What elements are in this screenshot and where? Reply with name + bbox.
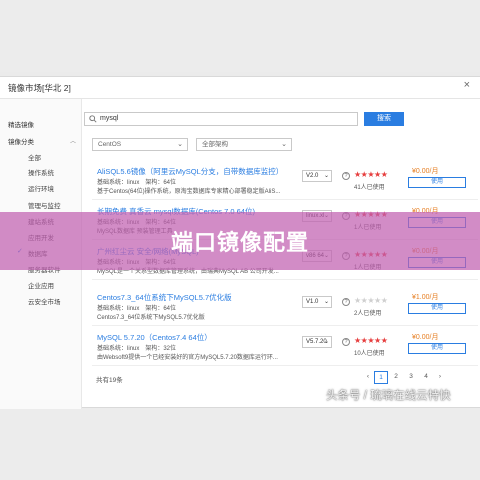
image-title-link[interactable]: Centos7.3_64位系统下MySQL5.7优化版 <box>97 292 232 303</box>
use-button[interactable]: 使用 <box>408 343 466 354</box>
image-description: Centos7.3_64位系统下MySQL5.7优化版 <box>97 315 205 321</box>
chevron-down-icon: ⌄ <box>177 141 183 148</box>
dialog-header: 镜像市场[华北 2] × <box>0 77 480 99</box>
version-select[interactable]: V5.7.20 ⌄ <box>302 336 332 348</box>
usage-count: 10人已使用 <box>354 351 385 357</box>
os-filter-value: CentOS <box>98 141 122 148</box>
image-meta: 基础系统：linux 架构：32位 <box>97 346 177 352</box>
image-title-link[interactable]: AliSQL5.6镜像（阿里云MySQL分支，自带数据库监控） <box>97 166 283 177</box>
sidebar-item[interactable]: 精选镜像 <box>8 119 34 129</box>
sidebar-item[interactable]: 操作系统 <box>28 167 54 177</box>
blurred-top-background <box>0 0 480 72</box>
dialog-title: 镜像市场[华北 2] <box>8 83 71 93</box>
sidebar-item[interactable]: 全部 <box>28 152 41 162</box>
image-description: 基于Centos(64位)操作系统，原淘宝数据库专家精心部署稳定版AliS... <box>97 189 281 195</box>
image-list-item: Centos7.3_64位系统下MySQL5.7优化版 基础系统：linux 架构… <box>92 286 478 326</box>
usage-count: 41人已使用 <box>354 185 385 191</box>
help-icon[interactable]: ? <box>342 338 350 346</box>
os-filter-select[interactable]: CentOS ⌄ <box>92 138 188 151</box>
total-count: 共有19条 <box>96 377 123 384</box>
chevron-down-icon: ⌄ <box>323 339 329 345</box>
version-value: V2.0 <box>306 173 319 179</box>
page-button[interactable]: 4 <box>420 371 432 384</box>
page-button[interactable]: 2 <box>390 371 402 384</box>
version-select[interactable]: V2.0 ⌄ <box>302 170 332 182</box>
search-value: mysql <box>100 115 119 122</box>
use-button[interactable]: 使用 <box>408 303 466 314</box>
sidebar-item[interactable]: 镜像分类 <box>8 136 34 146</box>
rating-stars: ★★★★★ <box>354 336 388 345</box>
chevron-down-icon: ⌄ <box>281 141 287 148</box>
image-meta: 基础系统：linux 架构：64位 <box>97 306 177 312</box>
usage-count: 2人已使用 <box>354 311 382 317</box>
image-list-item: MySQL 5.7.20（Centos7.4 64位） 基础系统：linux 架构… <box>92 326 478 366</box>
banner-title: 端口镜像配置 <box>170 230 309 255</box>
image-meta: 基础系统：linux 架构：64位 <box>97 180 177 186</box>
version-value: V1.0 <box>306 299 319 305</box>
close-icon[interactable]: × <box>464 79 470 91</box>
sidebar-item[interactable]: 云安全市场 <box>28 296 61 306</box>
image-description: 由Websoft9提供一个已经安装好的官方MySQL5.7.20数据库运行环..… <box>97 355 278 361</box>
price: ¥0.00/月 <box>412 334 439 341</box>
chevron-up-icon[interactable]: ︿ <box>70 136 76 145</box>
chevron-down-icon: ⌄ <box>323 173 329 179</box>
blurred-bottom-background <box>0 408 480 480</box>
arch-filter-value: 全部架构 <box>202 141 228 148</box>
search-button[interactable]: 搜索 <box>364 112 404 126</box>
use-button[interactable]: 使用 <box>408 177 466 188</box>
help-icon[interactable]: ? <box>342 172 350 180</box>
price: ¥0.00/月 <box>412 168 439 175</box>
watermark-text: 头条号 / 琉璃在线云特快 <box>326 390 451 402</box>
arch-filter-select[interactable]: 全部架构 ⌄ <box>196 138 292 151</box>
rating-stars: ★★★★★ <box>354 170 388 179</box>
sidebar-item[interactable]: 运行环境 <box>28 183 54 193</box>
image-title-link[interactable]: MySQL 5.7.20（Centos7.4 64位） <box>97 332 212 343</box>
page-button[interactable]: 3 <box>405 371 417 384</box>
page-button[interactable]: 1 <box>374 371 388 384</box>
help-icon[interactable]: ? <box>342 298 350 306</box>
sidebar-item[interactable]: 管理与监控 <box>28 200 61 210</box>
version-select[interactable]: V1.0 ⌄ <box>302 296 332 308</box>
next-page-button[interactable]: › <box>434 371 446 384</box>
search-icon <box>89 115 97 123</box>
price: ¥1.00/月 <box>412 294 439 301</box>
chevron-down-icon: ⌄ <box>323 299 329 305</box>
rating-stars: ★★★★★ <box>354 296 388 305</box>
search-input[interactable]: mysql <box>84 112 358 126</box>
sidebar-item[interactable]: 企业应用 <box>28 280 54 290</box>
prev-page-button[interactable]: ‹ <box>362 371 374 384</box>
image-list-item: AliSQL5.6镜像（阿里云MySQL分支，自带数据库监控） 基础系统：linu… <box>92 160 478 200</box>
title-banner: 端口镜像配置 <box>0 212 480 270</box>
